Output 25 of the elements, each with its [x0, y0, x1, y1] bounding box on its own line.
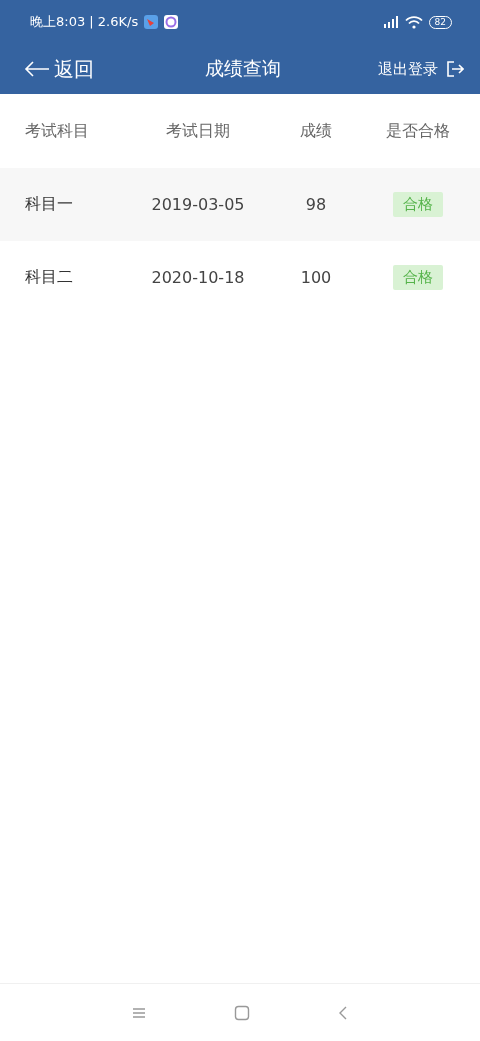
- back-button[interactable]: 返回: [24, 55, 94, 83]
- result-badge: 合格: [393, 192, 443, 217]
- column-header: 考试日期: [165, 120, 231, 142]
- column-header: 是否合格: [385, 120, 451, 142]
- date-cell-text: 2019-03-05: [150, 195, 246, 214]
- app-icon: [144, 15, 159, 29]
- home-icon[interactable]: [234, 1004, 250, 1021]
- menu-icon[interactable]: [132, 1006, 146, 1019]
- score-cell-text: 100: [299, 268, 333, 287]
- back-icon[interactable]: [338, 1004, 348, 1021]
- logout-button[interactable]: 退出登录: [378, 59, 464, 79]
- column-header: 成绩: [299, 120, 333, 142]
- date-cell-text: 2020-10-18: [150, 268, 246, 287]
- score-cell-text: 98: [304, 195, 328, 214]
- app-icon: [164, 15, 179, 29]
- column-header: 考试科目: [24, 120, 90, 142]
- subject-cell-text: 科目一: [24, 194, 74, 215]
- subject-cell-text: 科目二: [24, 267, 74, 288]
- page-title: 成绩查询: [205, 56, 281, 81]
- wifi-icon: [404, 15, 423, 29]
- signal-icon: [382, 16, 399, 28]
- result-badge: 合格: [393, 265, 443, 290]
- logout-icon: [446, 60, 464, 78]
- status-time: 晚上8:03 | 2.6K/s: [30, 13, 139, 31]
- back-arrow-icon: [24, 61, 50, 77]
